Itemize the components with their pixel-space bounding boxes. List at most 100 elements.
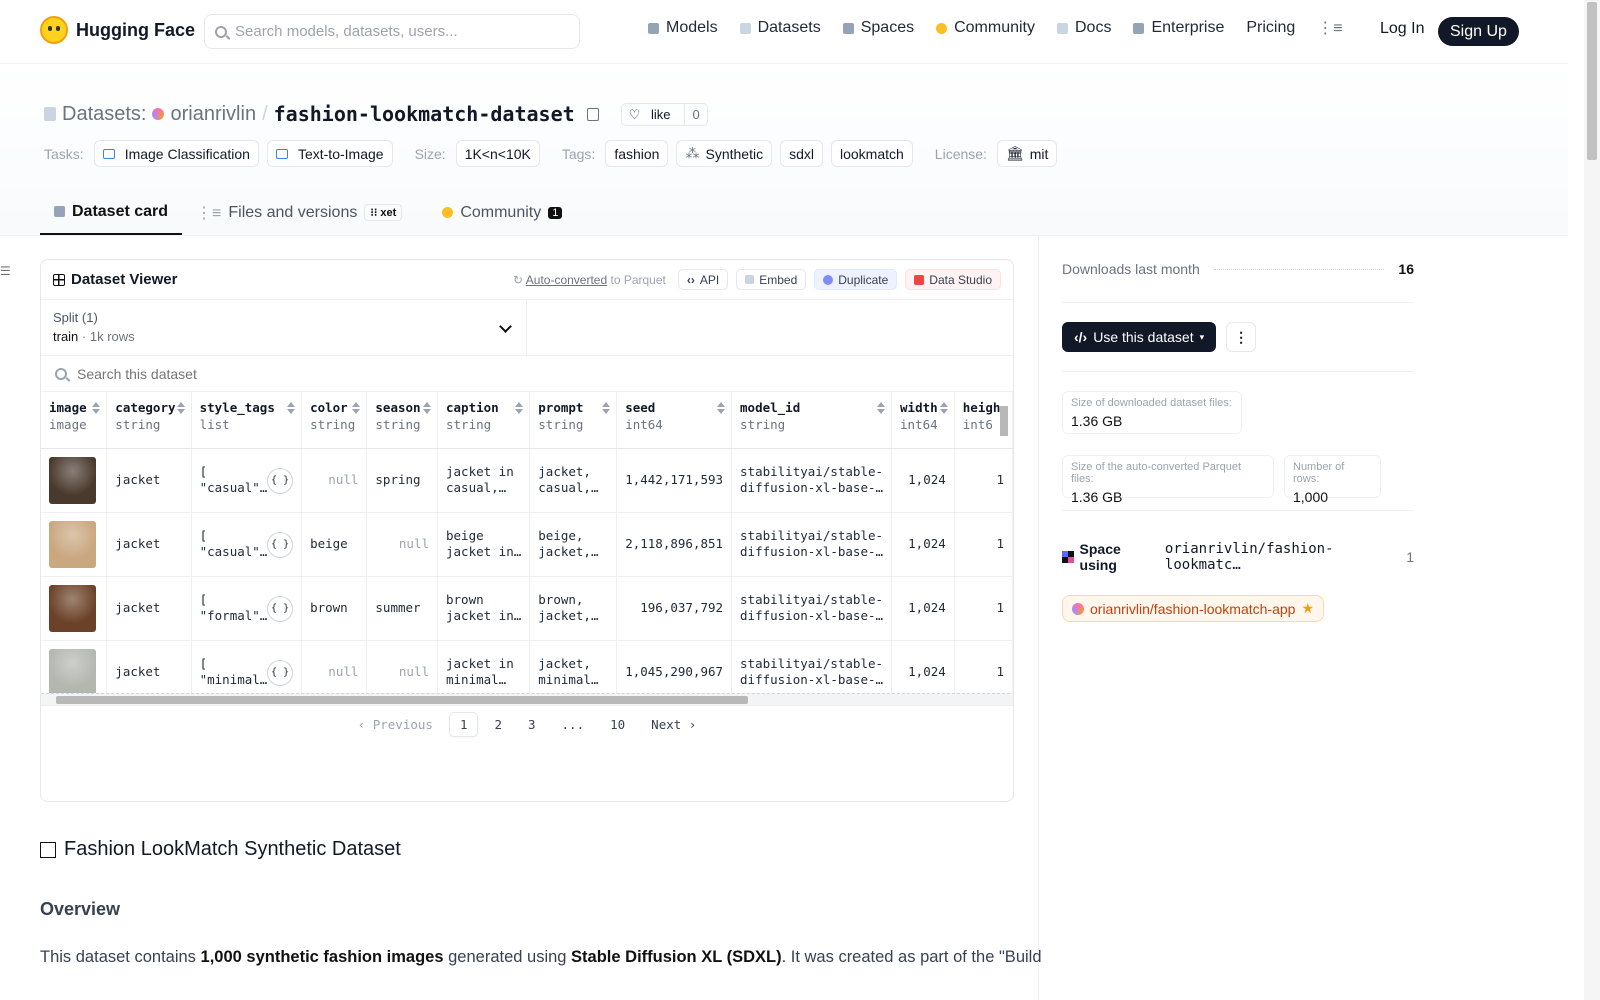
size-tag[interactable]: 1K<n<10K: [455, 140, 540, 167]
duplicate-button[interactable]: Duplicate: [814, 269, 898, 290]
global-search-input[interactable]: [235, 23, 565, 40]
table-horizontal-scrollbar[interactable]: [41, 693, 1013, 705]
column-header-width[interactable]: width int64: [891, 392, 955, 449]
image-cell[interactable]: [41, 576, 108, 641]
embed-button[interactable]: Embed: [736, 269, 807, 290]
column-type: list: [199, 417, 230, 432]
nav-enterprise[interactable]: Enterprise: [1133, 19, 1224, 37]
tab-files-versions[interactable]: ⋮≡ Files and versions ⁝⁝ xet: [182, 190, 416, 235]
column-header-season[interactable]: season string: [366, 392, 438, 449]
use-dataset-button[interactable]: ‹/› Use this dataset ▾: [1062, 322, 1217, 352]
sort-icon[interactable]: [939, 402, 948, 414]
nav-docs[interactable]: Docs: [1057, 19, 1111, 37]
nav-community[interactable]: Community: [936, 19, 1035, 37]
owner-link[interactable]: orianrivlin: [170, 103, 256, 126]
page-scrollbar[interactable]: [1584, 0, 1600, 1000]
tag-sdxl[interactable]: sdxl: [780, 140, 823, 167]
scroll-thumb[interactable]: [1587, 2, 1597, 160]
like-button[interactable]: ♡ like 0: [620, 102, 708, 126]
column-header-style_tags[interactable]: style_tagslist: [191, 392, 303, 449]
toc-toggle-icon[interactable]: ☰: [0, 264, 11, 278]
dataset-search-input[interactable]: [77, 365, 677, 382]
scroll-thumb[interactable]: [1000, 406, 1008, 436]
global-search[interactable]: [204, 14, 580, 49]
files-icon: ⋮≡: [196, 204, 222, 222]
cell-caption: beige jacket in…: [437, 512, 531, 577]
tab-community[interactable]: Community 1: [428, 190, 576, 235]
sort-icon[interactable]: [877, 402, 886, 414]
prev-page-button[interactable]: ‹ Previous: [348, 713, 443, 736]
column-header-model_id[interactable]: model_id string: [731, 392, 893, 449]
copy-icon[interactable]: [586, 107, 599, 121]
task-tag-image-classification[interactable]: Image Classification: [93, 140, 259, 167]
tag-lookmatch[interactable]: lookmatch: [830, 140, 913, 167]
cell-season: null: [366, 512, 438, 577]
sort-icon[interactable]: [423, 402, 431, 414]
jacket-thumbnail[interactable]: [49, 520, 96, 568]
license-tag[interactable]: 🏛 mit: [996, 140, 1058, 167]
data-table-wrap[interactable]: image image category string style_tags list co…: [41, 392, 1013, 705]
nav-datasets[interactable]: Datasets: [739, 19, 821, 37]
data-studio-button[interactable]: Data Studio: [905, 269, 1001, 290]
row-count-box: Number of rows: 1,000: [1284, 454, 1381, 505]
section-label: Datasets:: [62, 102, 147, 125]
sort-icon[interactable]: [176, 402, 185, 414]
next-page-button[interactable]: Next ›: [641, 713, 706, 736]
table-row[interactable]: jacket{ }[ "formal"… brown summer brown jac…: [41, 576, 1013, 641]
table-row[interactable]: jacket{ }[ "casual"… beige null beige jacke…: [41, 512, 1013, 577]
nav-spaces[interactable]: Spaces: [842, 19, 914, 37]
sort-icon[interactable]: [92, 402, 101, 414]
page-1[interactable]: 1: [448, 711, 479, 737]
auto-converted-link[interactable]: Auto-converted: [526, 273, 607, 287]
nav-pricing[interactable]: Pricing: [1246, 19, 1295, 37]
jacket-thumbnail[interactable]: [49, 584, 96, 632]
sort-icon[interactable]: [352, 402, 361, 414]
parquet-size-box: Size of the auto-converted Parquet files…: [1062, 454, 1274, 505]
jacket-thumbnail[interactable]: [49, 648, 96, 696]
column-header-color[interactable]: color string: [301, 392, 368, 449]
table-row[interactable]: jacket{ }[ "casual"… null spring jacket in …: [41, 448, 1013, 513]
sort-icon[interactable]: [602, 402, 611, 414]
scroll-thumb[interactable]: [56, 696, 748, 704]
api-button[interactable]: ‹› API: [677, 269, 729, 290]
login-link[interactable]: Log In: [1380, 20, 1424, 38]
signup-button[interactable]: Sign Up: [1438, 17, 1519, 46]
tag-synthetic[interactable]: ⁂ Synthetic: [676, 140, 773, 167]
spaces-repo-name[interactable]: orianrivlin/fashion-lookmatc…: [1165, 541, 1400, 573]
column-name: style_tags: [199, 400, 275, 415]
jacket-thumbnail[interactable]: [49, 456, 96, 504]
expand-json-icon[interactable]: { }: [267, 468, 294, 494]
dataset-search[interactable]: [41, 356, 1013, 392]
more-options-icon[interactable]: ⋮: [1226, 322, 1257, 352]
auto-converted-note: ↻ Auto-converted to Parquet: [513, 272, 666, 287]
hf-logo-link[interactable]: Hugging Face: [40, 16, 195, 44]
nav-models[interactable]: Models: [648, 19, 718, 37]
tag-fashion[interactable]: fashion: [605, 140, 669, 167]
image-cell[interactable]: [41, 512, 108, 577]
dataset-card-readme: Fashion LookMatch Synthetic Dataset Over…: [40, 838, 1042, 967]
sort-icon[interactable]: [717, 402, 726, 414]
expand-json-icon[interactable]: { }: [267, 660, 294, 686]
sort-icon[interactable]: [515, 402, 524, 414]
expand-json-icon[interactable]: { }: [267, 532, 294, 558]
column-header-caption[interactable]: caption string: [437, 392, 531, 449]
column-header-category[interactable]: category string: [106, 392, 192, 449]
image-cell[interactable]: [41, 448, 108, 513]
table-vertical-scrollbar[interactable]: [999, 392, 1009, 692]
column-header-seed[interactable]: seed int64: [616, 392, 733, 449]
sort-icon[interactable]: [287, 402, 296, 414]
tab-dataset-card[interactable]: Dataset card: [40, 190, 183, 235]
space-link[interactable]: orianrivlin/fashion-lookmatch-app ★: [1062, 595, 1324, 622]
page-10[interactable]: 10: [600, 713, 635, 736]
column-header-image[interactable]: image image: [41, 392, 108, 449]
expand-json-icon[interactable]: { }: [267, 596, 294, 622]
page-3[interactable]: 3: [518, 713, 546, 736]
more-menu-icon[interactable]: ⋮≡: [1317, 18, 1342, 38]
spaces-count: 1: [1406, 549, 1414, 565]
repo-name-link[interactable]: fashion-lookmatch-dataset: [274, 102, 575, 126]
split-select[interactable]: Split (1) train · 1k rows: [41, 300, 527, 355]
task-tag-text-to-image[interactable]: Text-to-Image: [266, 140, 393, 167]
page-2[interactable]: 2: [484, 713, 512, 736]
downloads-row: Downloads last month 16: [1062, 236, 1414, 303]
column-header-prompt[interactable]: prompt string: [529, 392, 618, 449]
